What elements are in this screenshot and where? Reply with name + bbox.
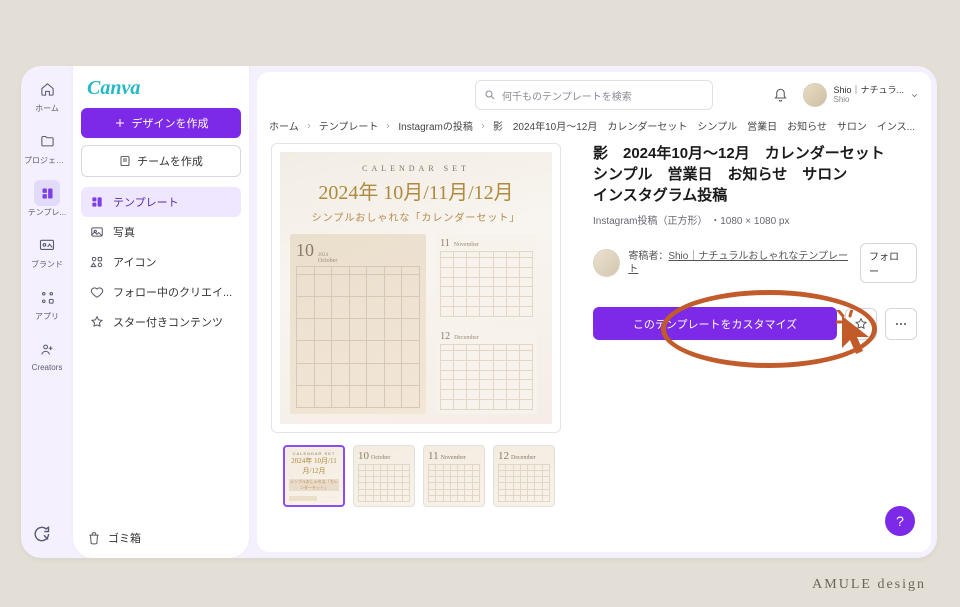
more-icon: [894, 317, 908, 331]
content: 何千ものテンプレートを検索 Shio｜ナチュラ... Shio ホーム: [257, 72, 931, 552]
bell-icon: [773, 88, 788, 103]
more-button[interactable]: [885, 308, 917, 340]
rail-item-brand[interactable]: ブランド: [31, 228, 63, 274]
trash-icon: [87, 531, 101, 545]
breadcrumb-instagram[interactable]: Instagramの投稿: [398, 118, 472, 133]
nav-item-photos[interactable]: 写真: [81, 217, 241, 247]
feedback-icon[interactable]: [31, 524, 51, 544]
heart-icon: [89, 284, 105, 300]
user-menu[interactable]: Shio｜ナチュラ... Shio: [803, 83, 919, 107]
create-team-button[interactable]: チームを作成: [81, 145, 241, 177]
breadcrumb-home[interactable]: ホーム: [269, 118, 299, 133]
star-button[interactable]: [845, 308, 877, 340]
avatar: [803, 83, 827, 107]
nav-panel: Canva デザインを作成 チームを作成 テンプレート 写真: [73, 66, 249, 558]
nav-item-starred[interactable]: スター付きコンテンツ: [81, 307, 241, 337]
breadcrumbs: ホーム テンプレート Instagramの投稿 影 2024年10月～12月 カ…: [257, 118, 931, 143]
chevron-down-icon: [910, 91, 919, 100]
apps-icon: [34, 284, 60, 310]
photo-icon: [89, 224, 105, 240]
rail-item-apps[interactable]: アプリ: [34, 280, 60, 326]
search-icon: [484, 89, 496, 101]
template-icon: [89, 194, 105, 210]
nav-item-templates[interactable]: テンプレート: [81, 187, 241, 217]
icon-icon: [89, 254, 105, 270]
notifications-button[interactable]: [767, 82, 793, 108]
help-fab[interactable]: ?: [885, 506, 915, 536]
chevron-right-icon: [479, 122, 487, 130]
chevron-right-icon: [384, 122, 392, 130]
left-rail: ホーム プロジェク... テンプレ... ブランド アプリ: [21, 66, 73, 558]
nav-item-following[interactable]: フォロー中のクリエイ...: [81, 277, 241, 307]
star-icon: [854, 317, 868, 331]
star-icon: [89, 314, 105, 330]
home-icon: [34, 76, 60, 102]
follow-button[interactable]: フォロー: [860, 243, 917, 283]
watermark: AMULE design: [812, 577, 926, 593]
thumbnail-4[interactable]: 12 December: [493, 445, 555, 507]
thumbnail-row: CALENDAR SET 2024年 10月/11月/12月 シンプルおしゃれな…: [271, 433, 571, 507]
rail-item-projects[interactable]: プロジェク...: [24, 124, 70, 170]
template-preview[interactable]: CALENDAR SET 2024年 10月/11月/12月 シンプルおしゃれな…: [271, 143, 561, 433]
rail-item-creators[interactable]: Creators: [32, 332, 63, 376]
poster-avatar[interactable]: [593, 249, 620, 277]
brand-logo[interactable]: Canva: [87, 74, 237, 102]
nav-item-icons[interactable]: アイコン: [81, 247, 241, 277]
thumbnail-2[interactable]: 10 October: [353, 445, 415, 507]
breadcrumb-templates[interactable]: テンプレート: [319, 118, 379, 133]
brand-icon: [34, 232, 60, 258]
info-panel: 影 2024年10月～12月 カレンダーセット シンプル 営業日 お知らせ サロ…: [593, 143, 917, 507]
folder-icon: [34, 128, 60, 154]
search-input[interactable]: 何千ものテンプレートを検索: [475, 80, 713, 110]
create-design-button[interactable]: デザインを作成: [81, 108, 241, 138]
thumbnail-3[interactable]: 11 November: [423, 445, 485, 507]
breadcrumb-current: 影 2024年10月～12月 カレンダーセット シンプル 営業日 お知らせ サロ…: [493, 118, 915, 133]
chevron-right-icon: [305, 122, 313, 130]
template-title: 影 2024年10月～12月 カレンダーセット シンプル 営業日 お知らせ サロ…: [593, 143, 917, 206]
thumbnail-1[interactable]: CALENDAR SET 2024年 10月/11月/12月 シンプルおしゃれな…: [283, 445, 345, 507]
creators-icon: [34, 336, 60, 362]
template-icon: [34, 180, 60, 206]
rail-item-templates[interactable]: テンプレ...: [28, 176, 66, 222]
customize-template-button[interactable]: このテンプレートをカスタマイズ: [593, 307, 837, 340]
topbar: 何千ものテンプレートを検索 Shio｜ナチュラ... Shio: [257, 72, 931, 118]
rail-item-home[interactable]: ホーム: [34, 72, 60, 118]
trash-link[interactable]: ゴミ箱: [87, 530, 141, 546]
